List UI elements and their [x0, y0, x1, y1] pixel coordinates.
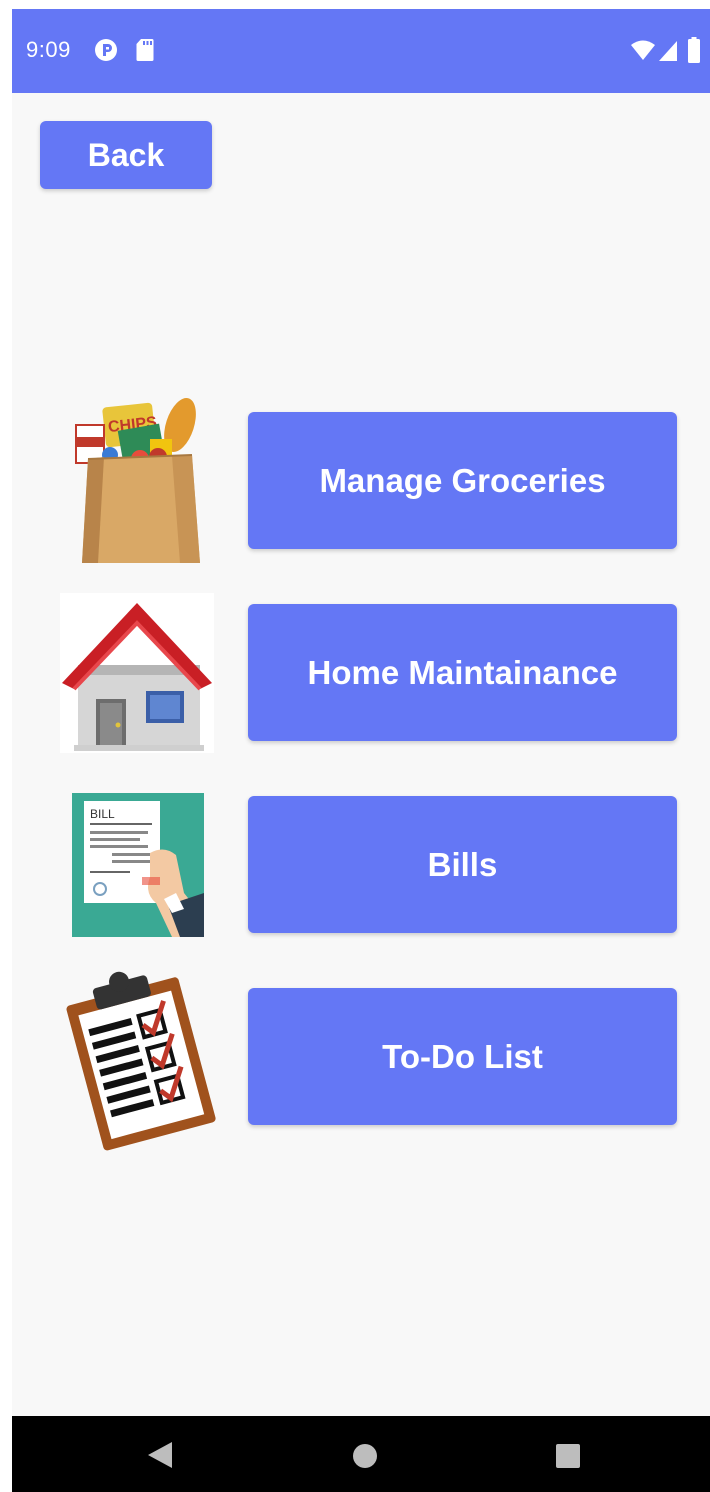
- navigation-bar: [12, 1416, 710, 1492]
- bills-button[interactable]: Bills: [248, 796, 677, 933]
- status-bar: 9:09: [12, 9, 710, 93]
- clipboard-checklist-icon: [66, 971, 216, 1151]
- svg-text:BILL: BILL: [90, 807, 115, 821]
- sd-card-icon: [136, 39, 154, 61]
- wifi-icon: [631, 40, 655, 60]
- app-notification-icon: [95, 39, 117, 61]
- manage-groceries-button[interactable]: Manage Groceries: [248, 412, 677, 549]
- status-time: 9:09: [26, 37, 71, 62]
- signal-icon: [659, 41, 677, 61]
- house-icon: [60, 593, 214, 753]
- home-circle-icon[interactable]: [352, 1443, 378, 1469]
- recents-square-icon[interactable]: [555, 1443, 581, 1469]
- back-triangle-icon[interactable]: [146, 1440, 174, 1470]
- home-maintainance-button[interactable]: Home Maintainance: [248, 604, 677, 741]
- to-do-list-button[interactable]: To-Do List: [248, 988, 677, 1125]
- grocery-bag-icon: CHIPS: [75, 398, 200, 563]
- battery-icon: [688, 37, 700, 63]
- app-screen: 9:09 Back CHIPS BILL Manage Groceries Ho…: [12, 9, 710, 1492]
- back-button[interactable]: Back: [40, 121, 212, 189]
- bill-icon: BILL: [72, 793, 204, 937]
